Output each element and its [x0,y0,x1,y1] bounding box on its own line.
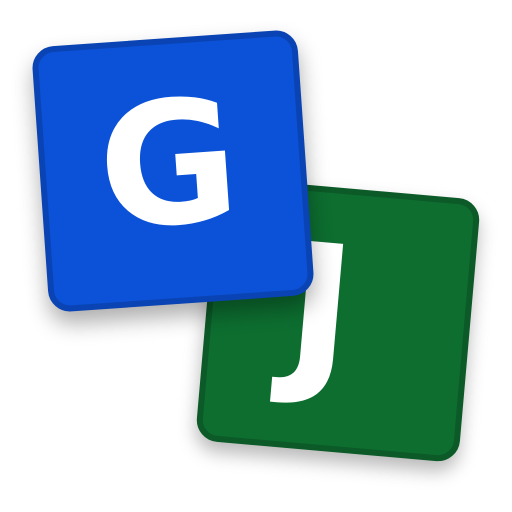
app-icon: J G [0,0,512,512]
letter-tile-g: G [31,29,315,313]
letter-g: G [92,61,246,269]
